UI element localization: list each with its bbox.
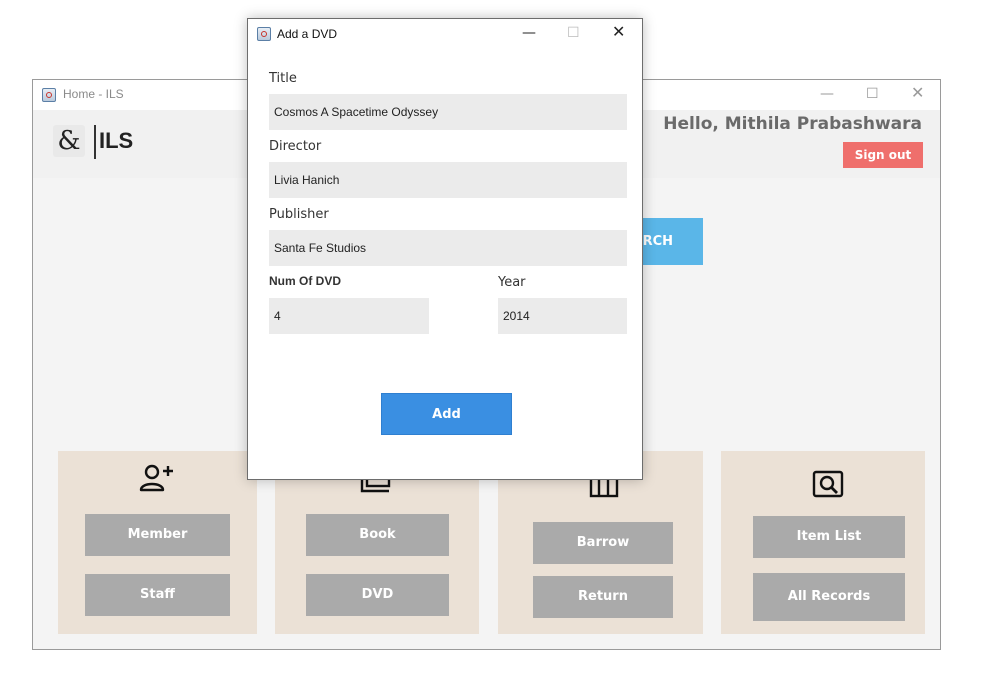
close-icon[interactable]: ✕	[612, 24, 625, 40]
app-logo-text: ILS	[99, 128, 134, 153]
dvd-button[interactable]: DVD	[306, 574, 449, 616]
java-app-icon	[42, 88, 56, 102]
title-field[interactable]: Cosmos A Spacetime Odyssey	[269, 94, 627, 130]
records-panel: Item List All Records	[721, 451, 925, 634]
num-of-dvd-field[interactable]: 4	[269, 298, 429, 334]
all-records-button[interactable]: All Records	[753, 573, 905, 621]
signout-button[interactable]: Sign out	[843, 142, 923, 168]
director-label: Director	[269, 139, 322, 154]
main-window-title: Home - ILS	[63, 87, 124, 101]
search-button-label: RCH	[642, 234, 673, 249]
search-button[interactable]: RCH	[633, 218, 703, 265]
minimize-icon[interactable]: —	[820, 86, 834, 102]
item-list-button[interactable]: Item List	[753, 516, 905, 558]
member-button[interactable]: Member	[85, 514, 230, 556]
add-user-icon	[139, 464, 173, 492]
close-icon[interactable]: ✕	[911, 85, 924, 101]
add-dvd-dialog: Add a DVD — ☐ ✕ Title Cosmos A Spacetime…	[247, 18, 643, 480]
search-item-icon	[812, 470, 844, 498]
add-button[interactable]: Add	[381, 393, 512, 435]
publisher-label: Publisher	[269, 207, 329, 222]
book-button[interactable]: Book	[306, 514, 449, 556]
publisher-field[interactable]: Santa Fe Studios	[269, 230, 627, 266]
minimize-icon[interactable]: —	[522, 25, 536, 41]
maximize-icon: ☐	[567, 25, 580, 41]
ampersand-logo-icon: &	[53, 125, 85, 157]
user-greeting: Hello, Mithila Prabashwara	[663, 114, 922, 134]
year-field[interactable]: 2014	[498, 298, 627, 334]
director-field[interactable]: Livia Hanich	[269, 162, 627, 198]
num-of-dvd-label: Num Of DVD	[269, 274, 341, 288]
member-panel: Member Staff	[58, 451, 257, 634]
year-label: Year	[498, 275, 526, 290]
logo-divider	[94, 125, 96, 159]
maximize-icon[interactable]: ☐	[866, 86, 879, 102]
staff-button[interactable]: Staff	[85, 574, 230, 616]
title-label: Title	[269, 71, 297, 86]
return-button[interactable]: Return	[533, 576, 673, 618]
barrow-button[interactable]: Barrow	[533, 522, 673, 564]
java-app-icon	[257, 27, 271, 41]
dialog-title: Add a DVD	[277, 27, 338, 41]
